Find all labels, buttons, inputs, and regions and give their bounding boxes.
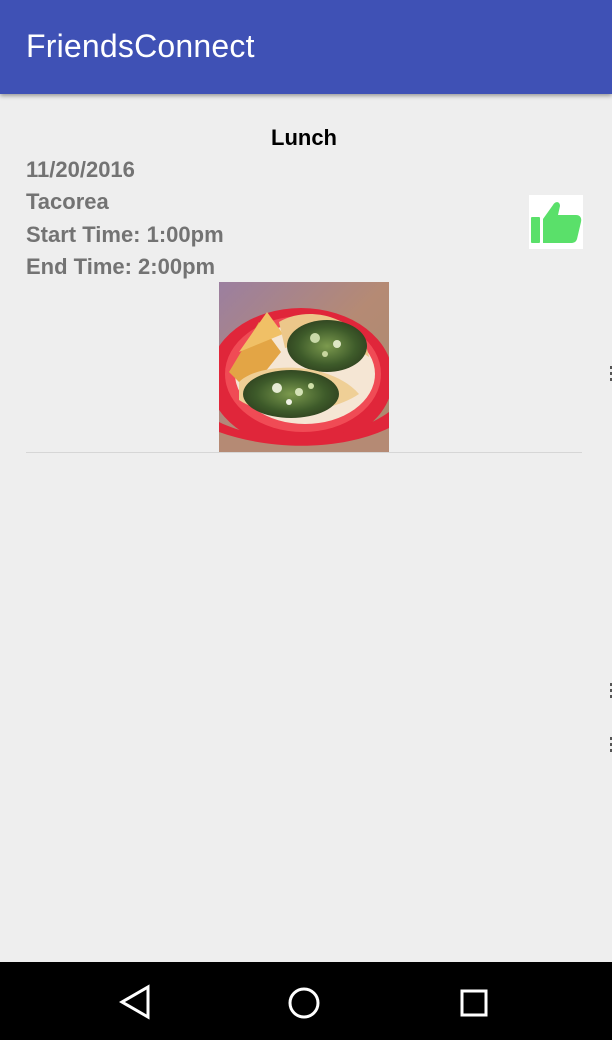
event-title: Lunch <box>271 125 337 150</box>
event-list: Lunch 11/20/2016 Tacorea Start Time: 1:0… <box>0 94 612 962</box>
event-place: Tacorea <box>26 189 109 214</box>
app-bar: FriendsConnect <box>0 0 612 94</box>
back-triangle-icon <box>118 984 150 1020</box>
like-button[interactable] <box>529 195 583 249</box>
recents-square-icon <box>460 989 488 1017</box>
card-divider <box>26 452 582 453</box>
event-end-time: End Time: 2:00pm <box>26 254 216 279</box>
event-start-time: Start Time: 1:00pm <box>26 222 224 247</box>
home-button[interactable] <box>274 976 334 1026</box>
home-circle-icon <box>288 987 320 1019</box>
system-nav-bar <box>0 962 612 1040</box>
event-card[interactable]: Lunch 11/20/2016 Tacorea Start Time: 1:0… <box>26 94 583 453</box>
tacos-photo <box>219 282 389 452</box>
back-button[interactable] <box>104 976 164 1026</box>
event-date: 11/20/2016 <box>26 157 135 182</box>
app-title: FriendsConnect <box>26 28 255 64</box>
thumbs-up-icon <box>531 202 582 243</box>
recents-button[interactable] <box>444 976 504 1026</box>
